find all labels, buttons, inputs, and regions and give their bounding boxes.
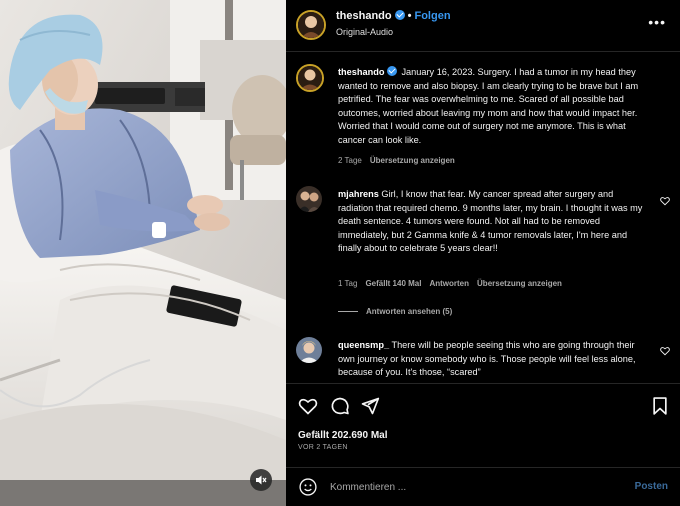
post-like-count[interactable]: Gefällt 202.690 Mal <box>298 430 388 441</box>
verified-badge-icon <box>387 66 398 76</box>
mute-button[interactable] <box>250 469 272 491</box>
smiley-icon[interactable] <box>298 477 318 497</box>
paper-plane-icon[interactable] <box>360 396 380 416</box>
speaker-muted-icon <box>256 475 267 485</box>
heart-icon[interactable] <box>660 346 670 356</box>
reply-button[interactable]: Antworten <box>429 279 469 288</box>
separator-dot: • <box>407 10 412 22</box>
hospital-photo-illustration <box>0 0 286 506</box>
comment-text: Girl, I know that fear. My cancer spread… <box>338 189 643 253</box>
post-actions: Gefällt 202.690 Mal VOR 2 TAGEN <box>286 383 680 467</box>
post-detail-panel: theshando • Folgen Original-Audio ••• thes… <box>286 0 680 506</box>
caption-text: January 16, 2023. Surgery. I had a tumor… <box>338 67 639 145</box>
comment-composer: Posten <box>286 467 680 506</box>
view-replies-label: Antworten ansehen (5) <box>366 307 453 316</box>
author-username[interactable]: theshando <box>336 10 392 22</box>
comment-username[interactable]: queensmp_ <box>338 340 389 350</box>
header-user-row: theshando • Folgen <box>336 10 451 22</box>
comment-translate-link[interactable]: Übersetzung anzeigen <box>477 279 562 288</box>
comment-username[interactable]: mjahrens <box>338 189 379 199</box>
verified-badge-icon <box>394 10 405 20</box>
replies-divider-line <box>338 311 358 313</box>
author-avatar[interactable] <box>296 10 326 40</box>
heart-icon[interactable] <box>660 196 670 206</box>
caption-avatar[interactable] <box>296 64 324 92</box>
comment-input[interactable] <box>330 476 620 498</box>
original-audio-link[interactable]: Original-Audio <box>336 27 393 37</box>
more-options-button[interactable]: ••• <box>648 15 666 29</box>
avatar-image <box>296 186 322 212</box>
post-date: VOR 2 TAGEN <box>298 444 348 451</box>
comment-text-block: queensmp_ There will be people seeing th… <box>338 339 648 380</box>
caption-age: 2 Tage <box>338 156 362 165</box>
bookmark-icon[interactable] <box>650 396 670 416</box>
comment-meta: 1 Tag Gefällt 140 Mal Antworten Übersetzung… <box>338 279 570 288</box>
post-header: theshando • Folgen Original-Audio ••• <box>286 0 680 52</box>
commenter-avatar[interactable] <box>296 186 322 212</box>
avatar-image <box>296 337 322 363</box>
comments-list[interactable]: theshando January 16, 2023. Surgery. I ha… <box>286 53 680 382</box>
caption-text-block: theshando January 16, 2023. Surgery. I ha… <box>338 66 648 147</box>
post-photo[interactable] <box>0 0 286 506</box>
commenter-avatar[interactable] <box>296 337 322 363</box>
caption-meta: 2 Tage Übersetzung anzeigen <box>338 156 463 165</box>
caption-translate-link[interactable]: Übersetzung anzeigen <box>370 156 455 165</box>
view-replies-button[interactable]: Antworten ansehen (5) <box>338 307 452 316</box>
heart-icon[interactable] <box>298 396 318 416</box>
avatar-image <box>298 12 324 38</box>
comment-icon[interactable] <box>330 396 350 416</box>
comment-age: 1 Tag <box>338 279 358 288</box>
comment-likes[interactable]: Gefällt 140 Mal <box>365 279 421 288</box>
avatar-image <box>298 66 322 90</box>
post-comment-button[interactable]: Posten <box>635 481 668 492</box>
caption-username[interactable]: theshando <box>338 67 384 77</box>
comment-text-block: mjahrens Girl, I know that fear. My canc… <box>338 188 648 256</box>
follow-button[interactable]: Folgen <box>414 10 450 22</box>
